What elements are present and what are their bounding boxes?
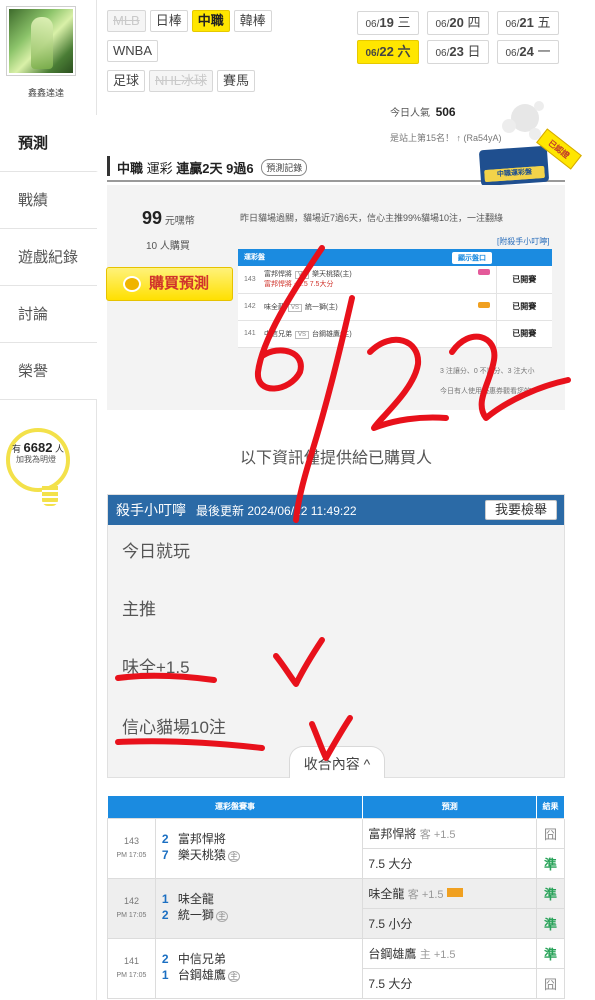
- league-tag-npb[interactable]: 日棒: [149, 10, 188, 32]
- tips-title: 殺手小叮嚀: [116, 502, 186, 518]
- pick-spread: 味全龍 客 +1.5: [362, 877, 538, 909]
- coupon-note: 今日有人使用優惠券觀看您的: [440, 388, 531, 395]
- preview-row: 141 中信兄弟 VS 台鋼雄鷹(主) 已開賽: [238, 320, 552, 348]
- side-item-record[interactable]: 戰績: [0, 172, 97, 229]
- prediction-record-button[interactable]: 預測記錄: [261, 159, 308, 176]
- badge-subtitle: 中職運彩盤: [484, 165, 545, 183]
- preview-row: 143 富邦悍將 VS 樂天桃猿(主) 富邦悍將 +1.5 7.5大分 已開賽: [238, 266, 552, 294]
- game-id: 142 PM 17:05: [107, 877, 156, 939]
- pick-spread: 富邦悍將 客 +1.5: [362, 817, 538, 849]
- tip-line: 信心貓場10注: [122, 718, 226, 737]
- side-item-predict[interactable]: 預測: [0, 115, 98, 172]
- lightbulb-base-icon: [42, 486, 58, 506]
- buyers-only-notice: 以下資訊僅提供給已購買人: [239, 450, 432, 467]
- results-header-result: 結果: [536, 796, 565, 818]
- table-row: 141 PM 17:05 2 中信兄弟 1 台鋼雄鷹主 台鋼雄鷹 主 +1.5 準: [107, 937, 565, 999]
- hot-badge-icon: [478, 269, 490, 276]
- sidebar: 鑫鑫達達 預測 戰績 遊戲紀錄 討論 榮譽 有 6682 人 加我為明燈: [0, 0, 98, 1000]
- avatar[interactable]: [9, 9, 73, 73]
- result-mark: 準: [536, 847, 565, 879]
- rank-text: 是站上第15名！ ↑ (Ra54yA): [390, 133, 502, 143]
- date-0621[interactable]: 06/21 五: [497, 11, 559, 35]
- gold-badge-icon: [446, 887, 463, 897]
- date-0622[interactable]: 06/22 六: [357, 40, 419, 64]
- fans-count: 有 6682 人: [12, 440, 64, 455]
- collapse-content-button[interactable]: 收合內容 ^: [289, 746, 385, 778]
- popularity: 今日人氣 506: [390, 105, 456, 119]
- table-row: 143 PM 17:05 2 富邦悍將 7 樂天桃猿主 富邦悍將 客 +1.5 囧: [107, 817, 565, 879]
- tip-line: 主推: [122, 600, 156, 619]
- avatar-frame[interactable]: [6, 6, 76, 76]
- page-title: 中職 運彩 連贏2天 9過6 預測記錄: [117, 158, 308, 177]
- side-item-honor[interactable]: 榮譽: [0, 343, 97, 400]
- prediction-description: 昨日貓場過關，貓場近7過6天，信心主推99%貓場10注，一注翻綠: [240, 213, 504, 223]
- report-button[interactable]: 我要檢舉: [484, 500, 557, 520]
- username[interactable]: 鑫鑫達達: [0, 86, 92, 99]
- date-0624[interactable]: 06/24 一: [497, 40, 559, 64]
- result-mark: 準: [536, 877, 565, 909]
- result-mark: 囧: [536, 967, 565, 999]
- results-header-game: 運彩盤賽事: [107, 796, 364, 818]
- date-0623[interactable]: 06/23 日: [427, 40, 489, 64]
- pick-spread: 台鋼雄鷹 主 +1.5: [362, 937, 538, 969]
- tips-header: 殺手小叮嚀 最後更新 2024/06/22 11:49:22 我要檢舉: [108, 495, 564, 525]
- results-table: 運彩盤賽事 預測 結果 143 PM 17:05 2 富邦悍將 7 樂天桃猿主 富邦悍…: [107, 796, 565, 999]
- league-row-1: MLB 日棒 中職 韓棒: [107, 10, 272, 32]
- league-row-3: 足球 NHL冰球 賽馬: [107, 70, 256, 92]
- league-tag-kbo[interactable]: 韓棒: [233, 10, 272, 32]
- date-row-1: 06/19 三 06/20 四 06/21 五: [357, 11, 559, 35]
- league-tag-mlb[interactable]: MLB: [107, 10, 146, 32]
- side-item-game-history[interactable]: 遊戲紀錄: [0, 229, 97, 286]
- killer-tip-link[interactable]: [附殺手小叮嚀]: [497, 236, 549, 247]
- league-tag-soccer[interactable]: 足球: [107, 70, 146, 92]
- show-odds-button[interactable]: 顯示盤口: [452, 251, 492, 264]
- date-0619[interactable]: 06/19 三: [357, 11, 419, 35]
- tip-line: 今日就玩: [122, 542, 190, 561]
- gold-badge-icon: [478, 301, 490, 308]
- game-id: 141 PM 17:05: [107, 937, 156, 999]
- preview-row: 142 味全龍 VS 統一獅(主) 已開賽: [238, 293, 552, 321]
- date-0620[interactable]: 06/20 四: [427, 11, 489, 35]
- buyer-count: 10 人購買: [146, 241, 190, 252]
- league-tag-cpbl[interactable]: 中職: [191, 10, 230, 32]
- bet-summary-note: 3 注讓分、0 不讓分、3 注大小: [440, 368, 535, 375]
- pick-total: 7.5 大分: [362, 967, 538, 999]
- coin-icon: [123, 276, 141, 292]
- game-teams: 2 富邦悍將 7 樂天桃猿主: [154, 817, 364, 879]
- pick-total: 7.5 小分: [362, 907, 538, 939]
- league-row-2: WNBA: [107, 40, 158, 62]
- game-teams: 1 味全龍 2 統一獅主: [154, 877, 364, 939]
- preview-table: 運彩盤 顯示盤口 143 富邦悍將 VS 樂天桃猿(主) 富邦悍將 +1.5 7.5大…: [238, 249, 552, 348]
- result-mark: 囧: [536, 817, 565, 849]
- league-tag-horse[interactable]: 賽馬: [217, 70, 256, 92]
- pick-total: 7.5 大分: [362, 847, 538, 879]
- league-tag-nhl[interactable]: NHL冰球: [149, 70, 214, 92]
- result-mark: 準: [536, 937, 565, 969]
- league-tag-wnba[interactable]: WNBA: [107, 40, 158, 62]
- buy-prediction-button[interactable]: 購買預測: [106, 267, 233, 301]
- tips-updated-time: 最後更新 2024/06/22 11:49:22: [196, 504, 357, 518]
- date-row-2: 06/22 六 06/23 日 06/24 一: [357, 40, 559, 64]
- tip-line: 味全+1.5: [122, 658, 190, 677]
- price: 99 元嘿幣: [142, 208, 195, 228]
- side-nav: 預測 戰績 遊戲紀錄 討論 榮譽: [0, 115, 98, 400]
- follow-lightbulb[interactable]: 有 6682 人 加我為明燈: [6, 428, 76, 506]
- result-mark: 準: [536, 907, 565, 939]
- follow-caption[interactable]: 加我為明燈: [16, 454, 56, 465]
- side-item-discuss[interactable]: 討論: [0, 286, 97, 343]
- game-teams: 2 中信兄弟 1 台鋼雄鷹主: [154, 937, 364, 999]
- game-id: 143 PM 17:05: [107, 817, 156, 879]
- preview-table-header: 運彩盤 顯示盤口: [238, 249, 496, 266]
- results-header-pick: 預測: [362, 796, 538, 818]
- killer-badge: 殺手中職運彩盤: [478, 145, 550, 187]
- table-row: 142 PM 17:05 1 味全龍 2 統一獅主 味全龍 客 +1.5 準: [107, 877, 565, 939]
- killer-tips-panel: 殺手小叮嚀 最後更新 2024/06/22 11:49:22 我要檢舉 今日就玩 …: [107, 494, 565, 778]
